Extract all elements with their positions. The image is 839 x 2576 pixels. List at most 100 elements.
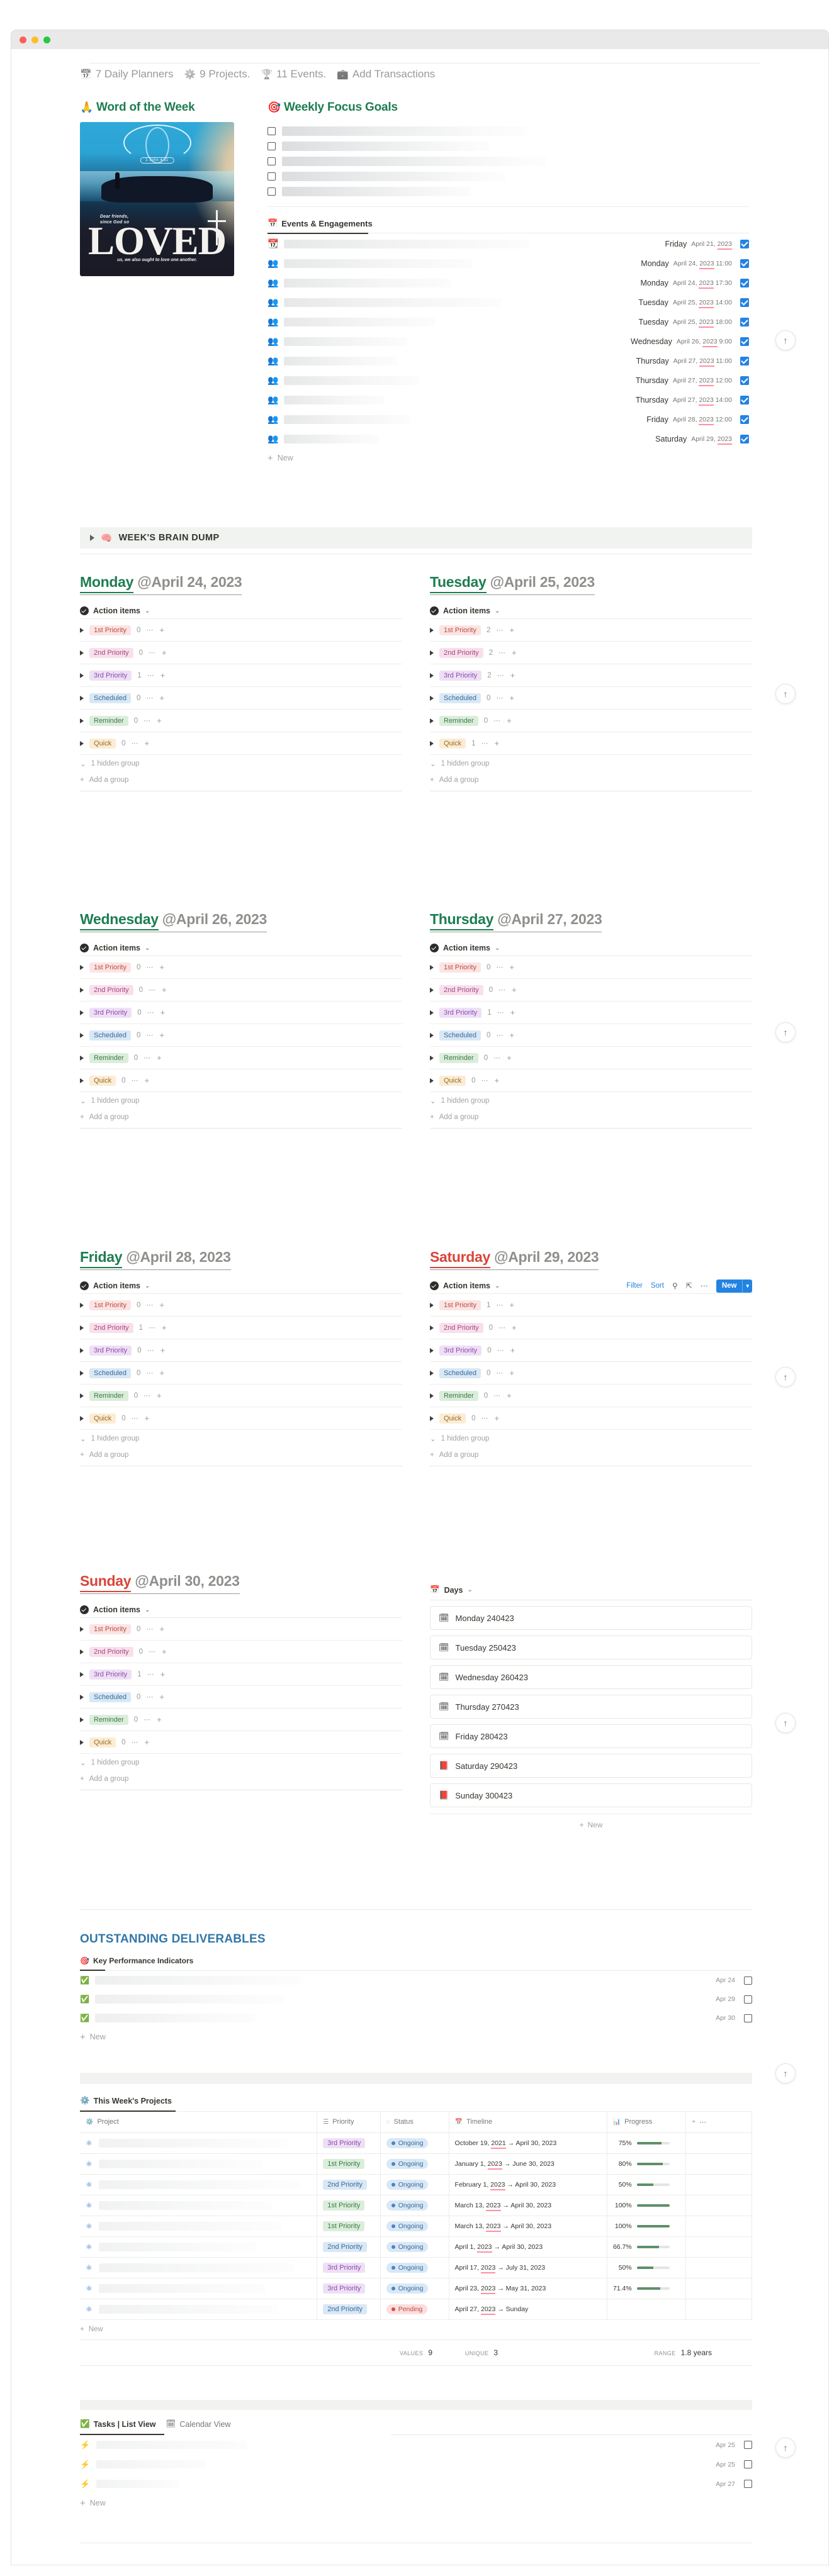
add-item-icon[interactable]: + xyxy=(512,985,517,995)
action-items-tab[interactable]: Action items ⌄ xyxy=(80,944,150,952)
chevron-right-icon[interactable] xyxy=(90,535,94,541)
table-row[interactable]: ⚛ 3rd Priority Ongoing October 19, 2021 … xyxy=(80,2133,752,2154)
event-row[interactable]: 👥 Tuesday April 25, 2023 18:00 xyxy=(267,312,749,332)
chevron-right-icon[interactable] xyxy=(430,695,434,701)
chevron-right-icon[interactable] xyxy=(80,1055,84,1061)
add-item-icon[interactable]: + xyxy=(507,1391,512,1400)
day-heading[interactable]: Wednesday @April 26, 2023 xyxy=(80,911,267,932)
priority-group-row[interactable]: 1st Priority 0 ⋯ + xyxy=(80,618,402,641)
action-items-tab[interactable]: Action items ⌄ xyxy=(430,606,500,615)
more-options-icon[interactable]: ⋯ xyxy=(699,2118,706,2126)
add-item-icon[interactable]: + xyxy=(162,985,167,995)
priority-group-row[interactable]: 3rd Priority 1 ⋯ + xyxy=(430,1001,752,1023)
priority-group-row[interactable]: 1st Priority 0 ⋯ + xyxy=(430,956,752,978)
progress-cell[interactable]: 80% xyxy=(607,2153,687,2175)
add-item-icon[interactable]: + xyxy=(512,1323,517,1332)
chevron-right-icon[interactable] xyxy=(80,650,84,655)
column-header-priority[interactable]: ☰ Priority xyxy=(317,2112,381,2133)
chevron-right-icon[interactable] xyxy=(430,987,434,993)
priority-cell[interactable]: 2nd Priority xyxy=(317,2174,381,2195)
timeline-cell[interactable]: April 1, 2023 → April 30, 2023 xyxy=(449,2236,607,2258)
chevron-right-icon[interactable] xyxy=(430,1415,434,1421)
event-done-checkbox[interactable] xyxy=(740,415,749,424)
project-cell[interactable]: ⚛ xyxy=(80,2216,318,2237)
hidden-group-toggle[interactable]: ⌄ 1 hidden group xyxy=(430,1429,752,1447)
word-of-the-week-poster-image[interactable]: 1 John 4:11 Dear friends, since God so LO… xyxy=(80,122,234,276)
more-options-icon[interactable]: ⋯ xyxy=(146,963,154,971)
add-item-icon[interactable]: + xyxy=(510,671,515,680)
chevron-down-icon[interactable]: ⌄ xyxy=(467,1586,472,1593)
more-options-icon[interactable]: ⋯ xyxy=(149,1648,156,1656)
more-options-icon[interactable]: ⋯ xyxy=(146,1693,154,1701)
add-item-icon[interactable]: + xyxy=(509,625,514,635)
table-row[interactable]: ⚛ 1st Priority Ongoing March 13, 2023 → … xyxy=(80,2195,752,2216)
chevron-right-icon[interactable] xyxy=(80,1302,84,1308)
chevron-down-icon[interactable]: ⌄ xyxy=(145,1283,150,1290)
priority-group-row[interactable]: Quick 0 ⋯ + xyxy=(80,1069,402,1091)
progress-cell[interactable]: 50% xyxy=(607,2257,687,2278)
status-cell[interactable]: Ongoing xyxy=(380,2195,449,2216)
tab-tasks-list-view[interactable]: ✅ Tasks | List View xyxy=(80,2419,156,2429)
priority-cell[interactable]: 3rd Priority xyxy=(317,2133,381,2154)
task-row[interactable]: ⚡ Apr 27 xyxy=(80,2474,752,2494)
task-checkbox[interactable] xyxy=(744,2480,752,2488)
event-done-checkbox[interactable] xyxy=(740,298,749,307)
more-options-icon[interactable]: ⋯ xyxy=(498,986,506,994)
add-item-icon[interactable]: + xyxy=(495,1413,500,1423)
priority-group-row[interactable]: 3rd Priority 2 ⋯ + xyxy=(430,664,752,686)
day-card[interactable]: 📕 Sunday 300423 xyxy=(430,1783,752,1807)
add-item-icon[interactable]: + xyxy=(157,1715,162,1724)
chevron-down-icon[interactable]: ⌄ xyxy=(145,1607,150,1614)
priority-cell[interactable]: 2nd Priority xyxy=(317,2299,381,2320)
hidden-group-toggle[interactable]: ⌄ 1 hidden group xyxy=(80,1753,402,1771)
chevron-right-icon[interactable] xyxy=(80,627,84,633)
goal-checkbox[interactable] xyxy=(267,187,276,196)
add-item-icon[interactable]: + xyxy=(509,1368,514,1378)
add-item-icon[interactable]: + xyxy=(162,648,167,657)
more-options-icon[interactable]: ⋯ xyxy=(132,1076,139,1084)
add-item-icon[interactable]: + xyxy=(512,648,517,657)
table-row[interactable]: ⚛ 3rd Priority Ongoing April 23, 2023 → … xyxy=(80,2278,752,2299)
project-cell[interactable]: ⚛ xyxy=(80,2257,318,2278)
priority-group-row[interactable]: 1st Priority 2 ⋯ + xyxy=(430,618,752,641)
more-options-icon[interactable]: ⋯ xyxy=(147,671,155,679)
priority-group-row[interactable]: Scheduled 0 ⋯ + xyxy=(430,686,752,709)
event-row[interactable]: 👥 Monday April 24, 2023 17:30 xyxy=(267,273,749,293)
add-group-button[interactable]: + Add a group xyxy=(80,1771,402,1787)
table-row[interactable]: ⚛ 2nd Priority Pending April 27, 2023 → … xyxy=(80,2299,752,2320)
column-header-timeline[interactable]: 📅 Timeline xyxy=(449,2112,607,2133)
more-options-icon[interactable]: ⋯ xyxy=(132,739,139,747)
priority-group-row[interactable]: 2nd Priority 0 ⋯ + xyxy=(80,1640,402,1663)
chevron-right-icon[interactable] xyxy=(80,987,84,993)
expand-icon[interactable]: ⇱ xyxy=(686,1281,692,1290)
chevron-right-icon[interactable] xyxy=(430,650,434,655)
chevron-right-icon[interactable] xyxy=(80,718,84,723)
project-cell[interactable]: ⚛ xyxy=(80,2299,318,2320)
chevron-right-icon[interactable] xyxy=(80,1626,84,1632)
search-icon[interactable]: ⚲ xyxy=(672,1281,678,1290)
breadcrumb-item[interactable]: 📅 7 Daily Planners xyxy=(80,68,173,81)
column-header-project[interactable]: ⚙️ Project xyxy=(80,2112,318,2133)
add-item-icon[interactable]: + xyxy=(159,625,164,635)
priority-cell[interactable]: 3rd Priority xyxy=(317,2257,381,2278)
chevron-right-icon[interactable] xyxy=(80,695,84,701)
chevron-right-icon[interactable] xyxy=(430,1347,434,1353)
add-item-icon[interactable]: + xyxy=(159,962,164,972)
chevron-right-icon[interactable] xyxy=(80,1325,84,1330)
action-items-tab[interactable]: Action items ⌄ xyxy=(430,944,500,952)
priority-group-row[interactable]: Reminder 0 ⋯ + xyxy=(80,709,402,732)
priority-group-row[interactable]: 2nd Priority 0 ⋯ + xyxy=(80,978,402,1001)
chevron-right-icon[interactable] xyxy=(80,1370,84,1376)
status-cell[interactable]: Ongoing xyxy=(380,2174,449,2195)
goal-checkbox[interactable] xyxy=(267,157,276,165)
day-heading[interactable]: Friday @April 28, 2023 xyxy=(80,1249,231,1270)
chevron-right-icon[interactable] xyxy=(430,1370,434,1376)
chevron-down-icon[interactable]: ⌄ xyxy=(145,608,150,615)
status-cell[interactable]: Ongoing xyxy=(380,2257,449,2278)
add-item-icon[interactable]: + xyxy=(507,1053,512,1062)
status-cell[interactable]: Pending xyxy=(380,2299,449,2320)
priority-group-row[interactable]: 2nd Priority 0 ⋯ + xyxy=(430,978,752,1001)
priority-cell[interactable]: 1st Priority xyxy=(317,2195,381,2216)
more-options-icon[interactable]: ⋯ xyxy=(149,986,156,994)
priority-group-row[interactable]: Quick 0 ⋯ + xyxy=(80,1407,402,1429)
